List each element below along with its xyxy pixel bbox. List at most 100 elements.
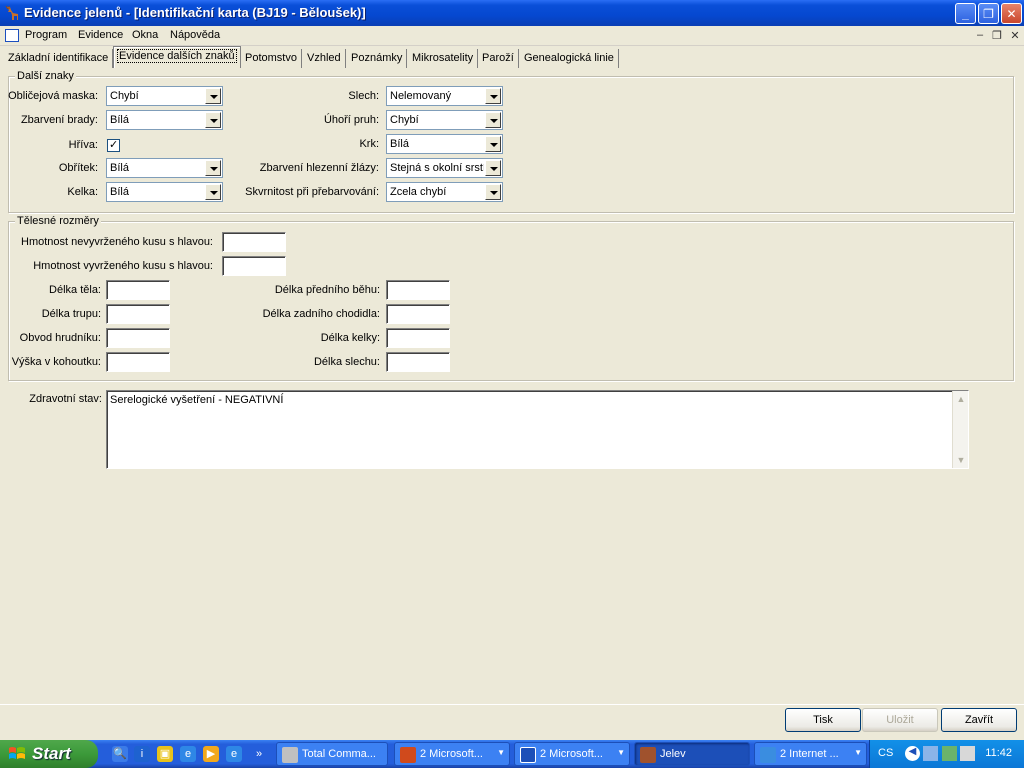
select-skvrnitost[interactable]: Zcela chybí: [386, 182, 503, 202]
select-slech[interactable]: Nelemovaný: [386, 86, 503, 106]
select-value: Nelemovaný: [390, 90, 452, 102]
input-vyska-v-kohoutku[interactable]: [106, 352, 170, 372]
chevron-down-icon[interactable]: [205, 88, 221, 104]
select-uhori-pruh[interactable]: Chybí: [386, 110, 503, 130]
restore-icon: ❐: [983, 6, 994, 21]
task-jelev[interactable]: Jelev: [634, 742, 750, 766]
mdi-minimize-icon[interactable]: –: [973, 29, 987, 43]
network-icon[interactable]: [923, 746, 938, 761]
select-value: Chybí: [110, 90, 139, 102]
select-value: Zcela chybí: [390, 186, 447, 198]
group-label: Tělesné rozměry: [15, 215, 101, 227]
checkbox-hriva[interactable]: ✓: [107, 139, 120, 152]
select-oblicejova-maska[interactable]: Chybí: [106, 86, 223, 106]
tab-vzhled[interactable]: Vzhled: [303, 49, 346, 68]
scroll-up-icon[interactable]: ▲: [953, 391, 969, 407]
label-delka-zadniho-chodidla: Délka zadního chodidla:: [262, 308, 380, 320]
input-delka-trupu[interactable]: [106, 304, 170, 324]
textarea-value: Serelogické vyšetření - NEGATIVNÍ: [110, 394, 284, 406]
minimize-icon: _: [962, 6, 969, 21]
restore-button[interactable]: ❐: [978, 3, 999, 24]
label-vyska-v-kohoutku: Výška v kohoutku:: [11, 356, 101, 368]
select-value: Bílá: [110, 186, 129, 198]
tab-genealogicka-linie[interactable]: Genealogická linie: [520, 49, 619, 68]
chevron-down-icon[interactable]: [485, 184, 501, 200]
chevron-down-icon[interactable]: [205, 184, 221, 200]
tab-label: Genealogická linie: [524, 52, 614, 64]
tab-mikrosatelity[interactable]: Mikrosatelity: [408, 49, 479, 68]
chevron-down-icon[interactable]: [485, 112, 501, 128]
label-delka-predniho-behu: Délka předního běhu:: [274, 284, 380, 296]
close-button[interactable]: ✕: [1001, 3, 1022, 24]
chevron-left-icon[interactable]: ◀: [905, 746, 920, 761]
chevron-down-icon[interactable]: [205, 160, 221, 176]
vertical-scrollbar[interactable]: ▲ ▼: [952, 391, 968, 468]
task-microsoft-powerpoint[interactable]: 2 Microsoft... ▼: [394, 742, 510, 766]
minimize-button[interactable]: _: [955, 3, 976, 24]
app-quicklaunch-icon[interactable]: ▣: [157, 746, 173, 762]
input-delka-predniho-behu[interactable]: [386, 280, 450, 300]
select-obritek[interactable]: Bílá: [106, 158, 223, 178]
mdi-close-icon[interactable]: ✕: [1008, 29, 1022, 43]
group-label: Další znaky: [15, 70, 76, 82]
clock[interactable]: 11:42: [985, 747, 1012, 759]
checkmark-icon: ✓: [109, 139, 119, 151]
label-zdravotni-stav: Zdravotní stav:: [29, 393, 102, 405]
task-microsoft-word[interactable]: 2 Microsoft... ▼: [514, 742, 630, 766]
tab-label: Mikrosatelity: [412, 52, 474, 64]
input-hmotnost-nevyvrzeneho[interactable]: [222, 232, 286, 252]
label-kelka: Kelka:: [67, 186, 98, 198]
label-oblicejova-maska: Obličejová maska:: [8, 90, 98, 102]
save-button[interactable]: Uložit: [862, 708, 938, 732]
chevron-down-icon[interactable]: [485, 160, 501, 176]
input-hmotnost-vyvrzeneho[interactable]: [222, 256, 286, 276]
volume-icon[interactable]: [960, 746, 975, 761]
shield-icon[interactable]: [942, 746, 957, 761]
internet-explorer-icon[interactable]: e: [180, 746, 196, 762]
start-button[interactable]: Start: [0, 740, 98, 768]
input-obvod-hrudniku[interactable]: [106, 328, 170, 348]
select-zbarveni-brady[interactable]: Bílá: [106, 110, 223, 130]
menu-okna[interactable]: Okna: [132, 29, 158, 41]
label-delka-slechu: Délka slechu:: [313, 356, 380, 368]
browser-icon[interactable]: e: [226, 746, 242, 762]
menu-evidence[interactable]: Evidence: [78, 29, 123, 41]
select-zbarveni-hlezenni-zlazy[interactable]: Stejná s okolní srstí: [386, 158, 503, 178]
label-hmotnost-nevyvrzeneho: Hmotnost nevyvrženého kusu s hlavou:: [21, 236, 213, 248]
tab-parozi[interactable]: Paroží: [478, 49, 519, 68]
chevron-right-icon[interactable]: »: [254, 746, 264, 762]
media-player-icon[interactable]: ▶: [203, 746, 219, 762]
chevron-down-icon[interactable]: [205, 112, 221, 128]
select-value: Bílá: [390, 138, 409, 150]
search-icon[interactable]: 🔍: [112, 746, 128, 762]
chevron-down-icon[interactable]: [485, 88, 501, 104]
tab-poznamky[interactable]: Poznámky: [347, 49, 408, 68]
document-icon[interactable]: [5, 29, 19, 42]
tab-potomstvo[interactable]: Potomstvo: [241, 49, 302, 68]
chevron-down-icon[interactable]: [485, 136, 501, 152]
windows-logo-icon: [9, 747, 25, 759]
menu-napoveda[interactable]: Nápověda: [170, 29, 220, 41]
deer-icon: [5, 5, 18, 20]
select-kelka[interactable]: Bílá: [106, 182, 223, 202]
title-bar[interactable]: Evidence jelenů - [Identifikační karta (…: [0, 0, 1024, 26]
task-total-commander[interactable]: Total Comma...: [276, 742, 388, 766]
label-zbarveni-hlezenni-zlazy: Zbarvení hlezenní žlázy:: [259, 162, 379, 174]
input-delka-kelky[interactable]: [386, 328, 450, 348]
language-indicator[interactable]: CS: [878, 747, 893, 759]
input-delka-zadniho-chodidla[interactable]: [386, 304, 450, 324]
print-button[interactable]: Tisk: [785, 708, 861, 732]
tab-evidence-dalsich-znaku[interactable]: Evidence dalších znaků: [113, 46, 241, 68]
task-internet-explorer[interactable]: 2 Internet ... ▼: [754, 742, 867, 766]
info-icon[interactable]: i: [134, 746, 150, 762]
textarea-zdravotni-stav[interactable]: Serelogické vyšetření - NEGATIVNÍ ▲ ▼: [106, 390, 969, 469]
scroll-down-icon[interactable]: ▼: [953, 452, 969, 468]
input-delka-tela[interactable]: [106, 280, 170, 300]
mdi-restore-icon[interactable]: ❐: [990, 29, 1004, 43]
menu-program[interactable]: Program: [25, 29, 67, 41]
select-krk[interactable]: Bílá: [386, 134, 503, 154]
input-delka-slechu[interactable]: [386, 352, 450, 372]
tab-zakladni-identifikace[interactable]: Základní identifikace: [4, 49, 114, 68]
close-form-button[interactable]: Zavřít: [941, 708, 1017, 732]
tab-label: Poznámky: [351, 52, 403, 64]
